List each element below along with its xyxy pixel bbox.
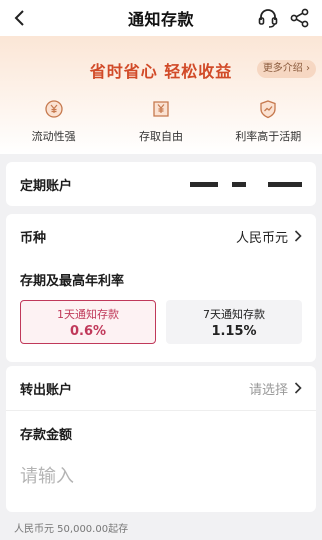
divider (6, 410, 316, 411)
min-deposit-note: 人民币元 50,000.00起存 (14, 524, 129, 535)
more-intro-button[interactable]: 更多介绍 › (256, 60, 316, 78)
currency-label: 币种 (20, 230, 47, 246)
headset-icon[interactable] (256, 6, 280, 30)
transfer-out-value: 请选择 (249, 379, 302, 398)
feature-label: 利率高于活期 (235, 130, 302, 143)
feature-item: 流动性强 (0, 98, 107, 152)
transfer-out-row[interactable]: 转出账户 请选择 (6, 366, 316, 410)
feature-label: 流动性强 (31, 130, 76, 143)
transfer-out-placeholder: 请选择 (248, 382, 288, 398)
feature-item: 存取自由 (107, 98, 214, 152)
currency-row[interactable]: 币种 人民币元 (6, 214, 316, 258)
feature-list: 流动性强 存取自由 利率高于活期 (0, 98, 322, 152)
feature-label: 存取自由 (138, 130, 183, 143)
chevron-right-icon (294, 382, 302, 394)
share-icon[interactable] (288, 6, 312, 30)
chevron-right-icon (294, 230, 302, 242)
back-arrow-icon[interactable] (8, 6, 32, 30)
currency-value: 人民币元 (236, 227, 302, 246)
deposit-options-card: 币种 人民币元 存期及最高年利率 1天通知存款 0.6% 7天通知存款 1.15… (6, 214, 316, 362)
amount-input[interactable]: 请输入 (20, 462, 74, 488)
currency-value-text: 人民币元 (235, 230, 288, 246)
term-option-name: 1天通知存款 (57, 307, 119, 321)
masked-account-segment (190, 182, 218, 187)
page-title: 通知存款 (127, 10, 194, 29)
transfer-card: 转出账户 请选择 存款金额 请输入 (6, 366, 316, 512)
yen-box-icon (150, 98, 172, 120)
yen-coin-icon (43, 98, 65, 120)
term-option-1day[interactable]: 1天通知存款 0.6% (20, 300, 156, 344)
term-rate-title: 存期及最高年利率 (20, 274, 125, 289)
feature-item: 利率高于活期 (215, 98, 322, 152)
promo-banner: 省时省心 轻松收益 更多介绍 › 流动性强 存取自由 利率高于活期 (0, 36, 322, 154)
term-option-name: 7天通知存款 (203, 307, 265, 321)
masked-account-segment (232, 182, 246, 187)
transfer-out-label: 转出账户 (20, 382, 73, 398)
term-option-7day[interactable]: 7天通知存款 1.15% (166, 300, 302, 344)
nav-bar: 通知存款 (0, 0, 322, 36)
account-label: 定期账户 (20, 178, 73, 194)
term-option-rate: 0.6% (69, 323, 107, 339)
account-card[interactable]: 定期账户 (6, 162, 316, 206)
trend-shield-icon (257, 98, 279, 120)
term-option-rate: 1.15% (211, 323, 257, 339)
masked-account-segment (268, 182, 302, 187)
amount-title: 存款金额 (20, 428, 73, 443)
